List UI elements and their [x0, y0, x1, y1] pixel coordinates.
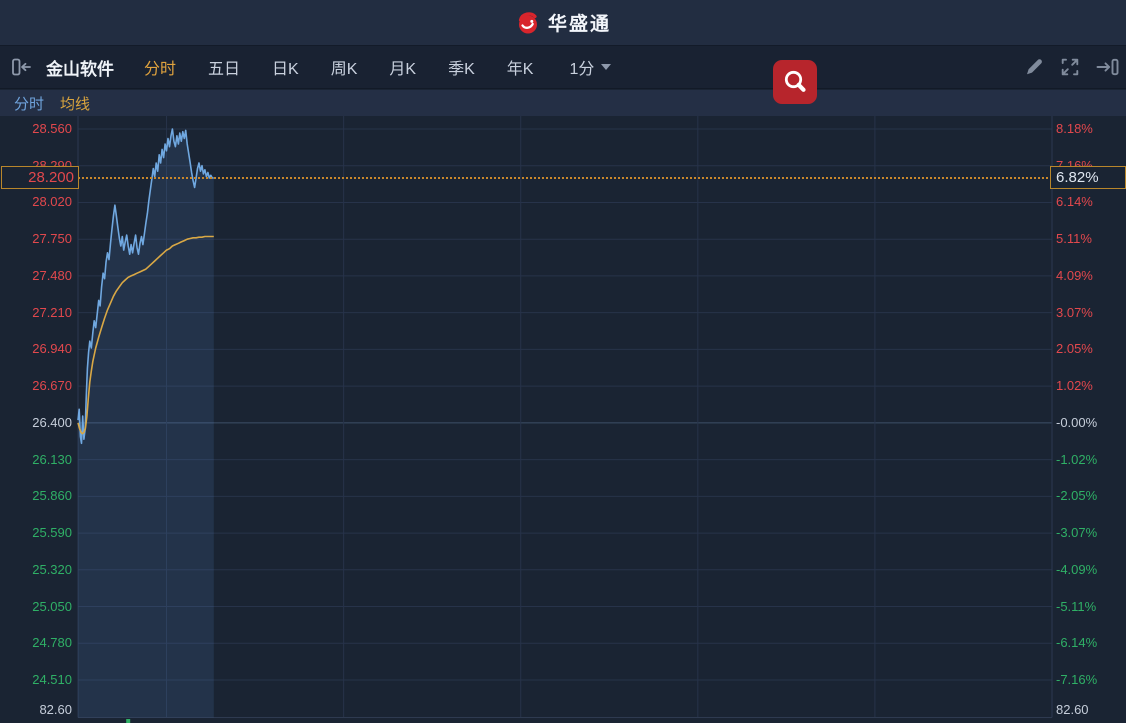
percent-axis-label: -0.00% [1056, 414, 1098, 430]
price-axis-label: 25.590 [32, 525, 72, 541]
period-tab-4[interactable]: 月K [389, 55, 416, 79]
period-tab-6[interactable]: 年K [507, 55, 534, 79]
percent-axis-label: 5.11% [1056, 231, 1092, 247]
chart-canvas[interactable] [0, 116, 1126, 723]
volume-axis-label-left: 82.60 [39, 702, 72, 717]
period-tab-1[interactable]: 五日 [208, 55, 240, 79]
search-icon [784, 70, 806, 92]
price-axis-label: 26.670 [32, 378, 72, 394]
percent-axis-label: -5.11% [1056, 598, 1097, 614]
stock-name: 金山软件 [46, 59, 114, 79]
percent-axis-label: -6.14% [1056, 635, 1098, 651]
legend-item-0[interactable]: 分时 [14, 93, 44, 114]
app-title: 华盛通 [547, 14, 611, 35]
period-tab-3[interactable]: 周K [331, 55, 358, 79]
price-axis-label: 25.860 [32, 488, 72, 504]
brand: 华盛通 [515, 9, 611, 36]
price-axis-label: 25.050 [32, 598, 72, 614]
chart-toolbar: 金山软件 分时 五日 日K 周K 月K 季K 年K 1分 [0, 45, 1126, 89]
percent-axis-label: -7.16% [1056, 671, 1098, 687]
volume-axis-label-right: 82.60 [1056, 702, 1089, 717]
percent-axis-label: -1.02% [1056, 451, 1098, 467]
top-bar: 华盛通 [0, 0, 1126, 45]
expand-icon[interactable] [1059, 56, 1081, 78]
minute-period-label: 1分 [569, 61, 595, 78]
intraday-chart[interactable]: 28.560 8.18% 28.290 7.16% 28.020 6.14% 27.750 5… [0, 116, 1126, 723]
price-axis-label: 25.320 [32, 561, 72, 577]
minute-period-dropdown[interactable]: 1分 [569, 55, 612, 79]
percent-axis-label: -2.05% [1056, 488, 1098, 504]
search-button[interactable] [773, 60, 817, 104]
pencil-icon[interactable] [1023, 56, 1045, 78]
move-right-icon[interactable] [1095, 57, 1120, 77]
price-axis-label: 27.210 [32, 304, 72, 320]
percent-axis-label: 2.05% [1056, 341, 1093, 357]
price-axis-label: 26.130 [32, 451, 72, 467]
price-axis-label: 28.020 [32, 194, 72, 210]
price-axis-label: 28.560 [32, 121, 72, 136]
price-axis-label: 27.480 [32, 267, 72, 283]
chart-legend: 分时 均线 [0, 90, 1126, 116]
percent-axis-label: 4.09% [1056, 267, 1093, 283]
toolbar-right-icons [1023, 51, 1120, 83]
percent-axis-label: 6.14% [1056, 194, 1093, 210]
current-price-tag: 28.200 [1, 166, 79, 190]
brand-logo-icon [518, 11, 537, 33]
app-window: 华盛通 金山软件 分时 五日 日K 周K 月K 季K 年K 1分 分时 均线 2… [0, 0, 1126, 723]
legend-item-1[interactable]: 均线 [60, 93, 90, 114]
percent-axis-label: 3.07% [1056, 304, 1093, 320]
period-tabs: 分时 五日 日K 周K 月K 季K 年K [128, 55, 549, 79]
price-axis-label: 24.780 [32, 635, 72, 651]
price-axis-label: 24.510 [32, 671, 72, 687]
price-axis-label: 27.750 [32, 231, 72, 247]
price-axis-label: 26.940 [32, 341, 72, 357]
percent-axis-label: 1.02% [1056, 378, 1093, 394]
percent-axis-label: -3.07% [1056, 525, 1098, 541]
period-tab-5[interactable]: 季K [448, 55, 475, 79]
collapse-panel-icon[interactable] [10, 57, 32, 77]
period-tab-0[interactable]: 分时 [144, 55, 176, 79]
price-axis-label: 26.400 [32, 414, 72, 430]
current-price-line [78, 176, 1052, 179]
chevron-down-icon [601, 64, 612, 70]
percent-axis-label: -4.09% [1056, 561, 1098, 577]
percent-axis-label: 8.18% [1056, 121, 1093, 136]
current-change-tag: 6.82% [1050, 166, 1126, 190]
period-tab-2[interactable]: 日K [272, 55, 299, 79]
